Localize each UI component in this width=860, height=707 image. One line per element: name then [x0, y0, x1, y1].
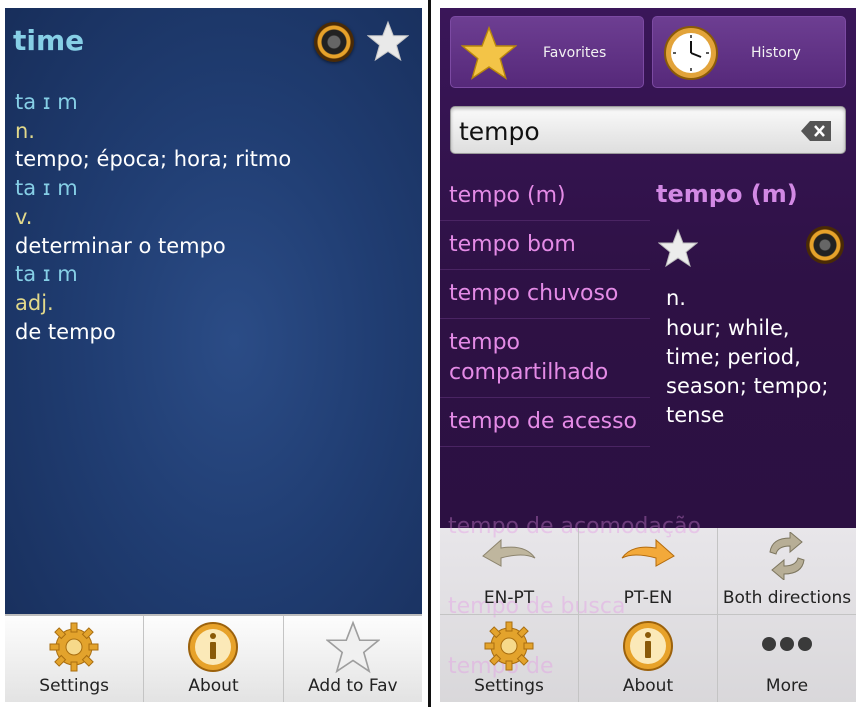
both-directions-label: Both directions	[722, 588, 852, 608]
menu-row: Settings About More	[440, 615, 856, 702]
audio-icon[interactable]	[806, 226, 844, 264]
list-item[interactable]: tempo (m)	[440, 172, 650, 221]
history-label: History	[751, 45, 801, 61]
audio-icon[interactable]	[314, 22, 354, 62]
pt-en-button[interactable]: PT-EN	[578, 528, 717, 614]
favorites-button[interactable]: Favorites	[450, 16, 644, 88]
translation: determinar o tempo	[15, 233, 226, 258]
arrow-left-icon	[479, 532, 539, 580]
pt-en-label: PT-EN	[623, 588, 673, 608]
list-item[interactable]: tempo compartilhado	[440, 319, 650, 398]
part-of-speech: n.	[666, 286, 686, 310]
about-label: About	[188, 676, 239, 696]
swap-icon	[762, 530, 812, 584]
result-list: tempo (m) tempo bom tempo chuvoso tempo …	[440, 172, 650, 447]
search-input[interactable]	[459, 115, 789, 147]
gear-icon	[482, 619, 536, 677]
search-box	[450, 106, 846, 154]
translation: tempo; época; hora; ritmo	[15, 147, 292, 172]
list-item[interactable]: tempo chuvoso	[440, 270, 650, 319]
favorites-label: Favorites	[543, 45, 607, 61]
both-directions-button[interactable]: Both directions	[717, 528, 856, 614]
detail-title: tempo (m)	[656, 180, 798, 208]
part-of-speech: adj.	[15, 290, 54, 315]
settings-button[interactable]: Settings	[440, 615, 578, 702]
gear-icon	[47, 620, 101, 678]
part-of-speech: v.	[15, 204, 33, 229]
list-item[interactable]: tempo de acesso	[440, 398, 650, 447]
en-pt-label: EN-PT	[483, 588, 535, 608]
more-icon	[757, 619, 817, 673]
about-label: About	[622, 676, 674, 696]
clear-icon[interactable]	[801, 121, 831, 145]
star-icon[interactable]	[366, 20, 410, 66]
history-button[interactable]: History	[652, 16, 846, 88]
bottom-menu-bar: Settings About Add to Fav	[5, 614, 422, 702]
info-icon	[186, 620, 240, 678]
settings-button[interactable]: Settings	[5, 616, 143, 702]
right-dictionary-panel: Favorites History tempo tempo (m) tempo …	[440, 8, 856, 702]
en-pt-button[interactable]: EN-PT	[440, 528, 578, 614]
pronunciation: ta ɪ m	[15, 262, 78, 287]
add-to-fav-label: Add to Fav	[308, 676, 398, 696]
detail-pane: tempo (m) n. hour; while, time; period, …	[656, 180, 852, 427]
entry-list: ta ɪ m n. tempo; época; hora; ritmo ta ɪ…	[15, 88, 415, 346]
panel-divider	[428, 0, 431, 707]
settings-label: Settings	[39, 676, 110, 696]
more-label: More	[765, 676, 809, 696]
more-button[interactable]: More	[717, 615, 856, 702]
part-of-speech: n.	[15, 118, 35, 143]
definition: hour; while, time; period, season; tempo…	[666, 316, 829, 427]
about-button[interactable]: About	[578, 615, 717, 702]
options-menu: tempo de acomodação tempo de busca tempo…	[440, 514, 856, 702]
arrow-right-icon	[618, 532, 678, 580]
translation: de tempo	[15, 319, 116, 344]
about-button[interactable]: About	[143, 616, 282, 702]
clock-icon	[663, 25, 719, 85]
add-to-fav-button[interactable]: Add to Fav	[282, 616, 422, 702]
info-icon	[621, 619, 675, 677]
settings-label: Settings	[474, 676, 544, 696]
menu-row: EN-PT PT-EN Both directions	[440, 528, 856, 615]
star-icon	[460, 25, 518, 85]
list-item[interactable]: tempo bom	[440, 221, 650, 270]
pronunciation: ta ɪ m	[15, 176, 78, 201]
entry-word-title: time	[13, 24, 85, 57]
star-icon[interactable]	[657, 228, 699, 272]
star-icon	[324, 620, 381, 678]
left-dictionary-panel: time ta ɪ m n. tempo; época; hora; ritmo…	[5, 8, 422, 702]
pronunciation: ta ɪ m	[15, 90, 78, 114]
